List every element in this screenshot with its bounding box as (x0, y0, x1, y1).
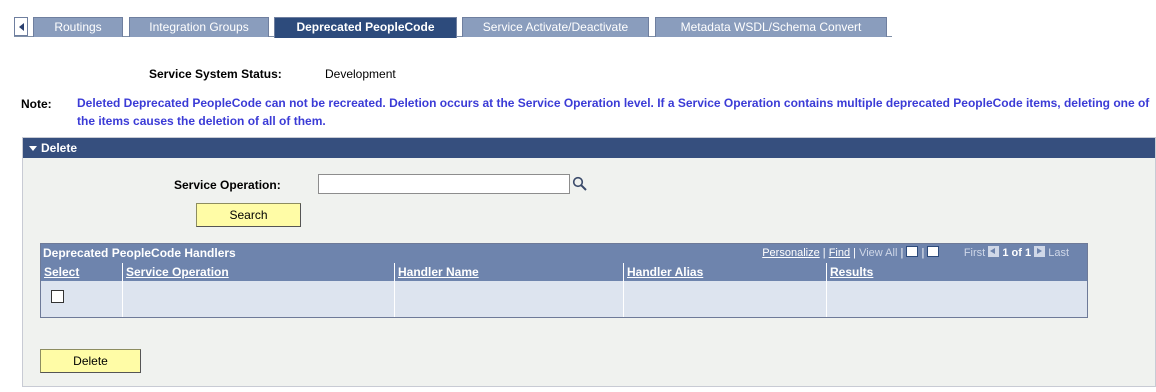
chevron-left-icon (18, 22, 24, 31)
select-checkbox[interactable] (51, 290, 64, 303)
column-header-handler-name[interactable]: Handler Name (395, 263, 624, 281)
nav-separator: | (900, 247, 904, 259)
grid-navigation: Personalize | Find | View All | | First … (762, 244, 1069, 263)
tab-metadata-wsdl-schema-convert[interactable]: Metadata WSDL/Schema Convert (655, 17, 887, 37)
column-header-service-operation[interactable]: Service Operation (123, 263, 395, 281)
cell-handler-name (395, 281, 624, 317)
column-header-handler-alias[interactable]: Handler Alias (624, 263, 827, 281)
cell-select (41, 281, 123, 317)
first-link[interactable]: First (964, 247, 985, 259)
tab-label: Metadata WSDL/Schema Convert (680, 20, 862, 34)
delete-button[interactable]: Delete (40, 349, 141, 373)
search-button[interactable]: Search (196, 203, 301, 227)
view-all-link[interactable]: View All (859, 247, 897, 259)
next-row-icon[interactable] (1034, 246, 1046, 257)
download-excel-icon[interactable] (906, 246, 919, 257)
lookup-magnifier-icon[interactable] (572, 176, 588, 192)
tab-bar: Routings Integration Groups Deprecated P… (0, 12, 1156, 38)
note-text: Deleted Deprecated PeopleCode can not be… (77, 96, 1150, 128)
previous-row-icon[interactable] (988, 246, 1000, 257)
nav-separator: | (822, 247, 826, 259)
tab-service-activate-deactivate[interactable]: Service Activate/Deactivate (462, 17, 649, 37)
column-header-results[interactable]: Results (827, 263, 1087, 281)
tab-label: Routings (54, 20, 102, 34)
tab-label: Integration Groups (149, 20, 249, 34)
tab-scroll-left-button[interactable] (14, 17, 28, 36)
row-count: 1 of 1 (1002, 247, 1032, 259)
grid-title-text: Deprecated PeopleCode Handlers (43, 246, 236, 260)
last-link[interactable]: Last (1048, 247, 1069, 259)
nav-separator: | (921, 247, 925, 259)
delete-panel-title: Delete (41, 141, 78, 155)
tab-integration-groups[interactable]: Integration Groups (129, 17, 269, 37)
collapse-triangle-icon (29, 146, 37, 151)
service-system-status-value: Development (325, 67, 396, 81)
service-operation-label: Service Operation: (174, 178, 281, 192)
personalize-link[interactable]: Personalize (762, 247, 819, 259)
column-header-select[interactable]: Select (41, 263, 123, 281)
service-operation-input[interactable] (318, 174, 570, 194)
service-system-status-label: Service System Status: (149, 67, 282, 81)
cell-service-operation (123, 281, 395, 317)
tab-label: Service Activate/Deactivate (482, 20, 629, 34)
tab-label: Deprecated PeopleCode (296, 20, 435, 34)
deprecated-handlers-grid: Deprecated PeopleCode Handlers Personali… (40, 243, 1088, 318)
cell-handler-alias (624, 281, 827, 317)
tab-deprecated-peoplecode[interactable]: Deprecated PeopleCode (274, 17, 457, 38)
nav-separator: | (853, 247, 857, 259)
find-link[interactable]: Find (829, 247, 850, 259)
cell-results (827, 281, 1087, 317)
grid-view-icon[interactable] (927, 246, 940, 257)
note-label: Note: (21, 97, 52, 111)
delete-panel-header[interactable]: Delete (23, 138, 1155, 158)
tab-routings[interactable]: Routings (33, 17, 123, 37)
